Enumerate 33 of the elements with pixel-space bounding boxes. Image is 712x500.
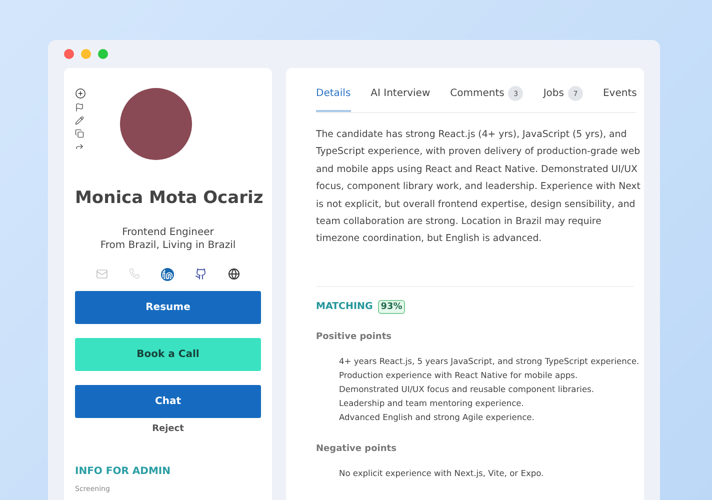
score-badge: 93% (378, 300, 406, 314)
globe-icon[interactable] (228, 268, 240, 280)
candidate-role: Frontend Engineer (122, 226, 214, 239)
list-item: Production experience with React Native for mobile apps. (338, 368, 579, 382)
candidate-location: From Brazil, Living in Brazil (100, 239, 236, 252)
add-icon[interactable] (75, 88, 86, 99)
copy-icon[interactable] (75, 129, 84, 138)
reject-link[interactable]: Reject (150, 422, 186, 436)
book-call-button[interactable]: Book a Call (75, 338, 261, 371)
maximize-dot[interactable] (98, 49, 108, 59)
summary-paragraph: The candidate has strong React.js (4+ yrs), JavaScript (5 yrs), and TypeScript experience, with proven delivery of production-grade web and mobile apps using React and React Native. Demonstrated UI/UX focus, component library work, and leadership. Experience with Next is not explicit, but overall frontend expertise, design sensibility, and team collaboration are strong. Location in Brazil may require timezone coordination, but English is advanced. (316, 128, 642, 246)
section-title: Positive points (316, 332, 392, 342)
close-dot[interactable] (64, 49, 74, 59)
list-item: 4+ years React.js, 5 years JavaScript, and strong TypeScript experience. (338, 354, 640, 368)
section-title: Negative points (316, 444, 398, 454)
section-heading: INFO FOR ADMIN (75, 466, 172, 477)
action-button[interactable]: Resume (75, 291, 261, 324)
list-item: Advanced English and strong Agile experience. (338, 410, 536, 424)
matching-label: MATCHING (316, 301, 373, 312)
linkedin-icon[interactable] (160, 268, 174, 281)
list-item: No explicit experience with Next.js, Vite, or Expo. (338, 466, 545, 480)
action-button[interactable]: Chat (75, 385, 261, 418)
flag-icon[interactable] (75, 103, 84, 112)
share-icon[interactable] (75, 142, 84, 151)
list-item: Leadership and team mentoring experience. (338, 396, 525, 410)
tab[interactable]: AI Interview (370, 86, 430, 112)
candidate-name: Monica Mota Ocariz (75, 188, 261, 208)
github-icon[interactable] (195, 268, 208, 280)
tab[interactable]: Details (316, 86, 351, 112)
tab[interactable]: Events (602, 86, 637, 112)
edit-icon[interactable] (75, 116, 84, 125)
minimize-dot[interactable] (81, 49, 91, 59)
list-item: Demonstrated UI/UX focus and reusable component libraries. (338, 382, 596, 396)
